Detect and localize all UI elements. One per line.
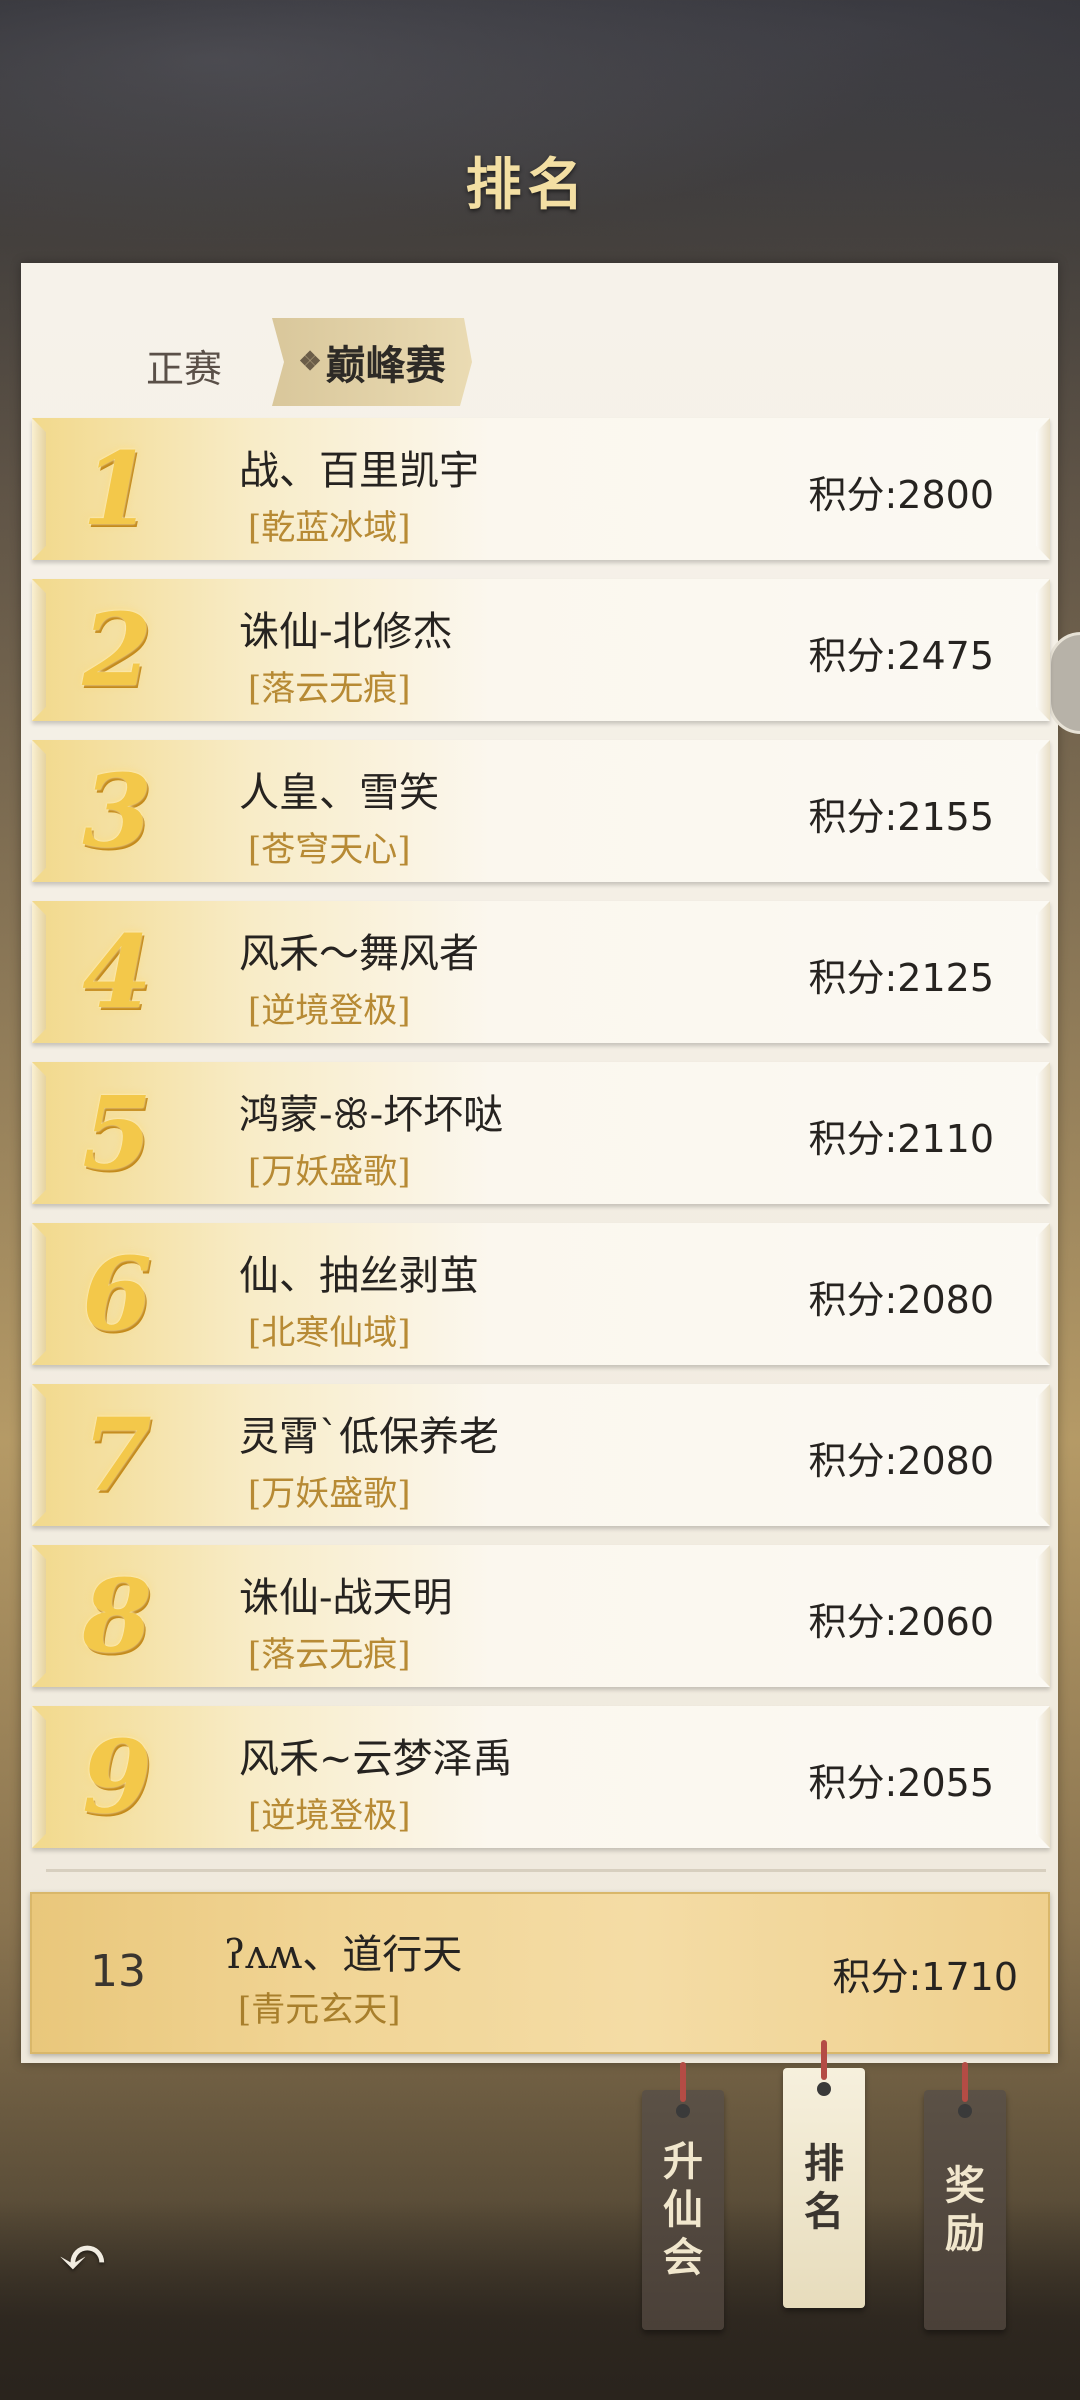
ranking-row[interactable]: 9 风禾~云梦泽禹 [逆境登极] 积分:2055 <box>32 1706 1050 1848</box>
rope-decoration <box>821 2040 827 2080</box>
rank-number: 6 <box>82 1235 152 1353</box>
rank-number: 8 <box>82 1557 152 1675</box>
player-realm: [北寒仙域] <box>248 1313 411 1353</box>
diamond-icon: ❖ <box>298 347 322 377</box>
side-handle-icon[interactable] <box>1048 632 1080 734</box>
player-realm: [落云无痕] <box>248 1635 411 1675</box>
player-name: 战、百里凯宇 <box>239 448 479 494</box>
tag-hole <box>817 2082 831 2096</box>
rank-number: 1 <box>82 430 152 548</box>
player-name: 诛仙-北修杰 <box>239 609 453 655</box>
ranking-row[interactable]: 3 人皇、雪笑 [苍穹天心] 积分:2155 <box>32 740 1050 882</box>
rank-number: 4 <box>82 913 152 1031</box>
player-name: 人皇、雪笑 <box>239 770 439 816</box>
tab-main-match[interactable]: 正赛 <box>146 338 222 393</box>
tab-peak-match-label: 巅峰赛 <box>325 342 446 389</box>
player-realm: [乾蓝冰域] <box>248 508 411 548</box>
ranking-row[interactable]: 4 风禾～舞风者 [逆境登极] 积分:2125 <box>32 901 1050 1043</box>
ground-background <box>0 2200 1080 2400</box>
my-score: 积分:1710 <box>832 1955 1018 1999</box>
nav-char: 奖 <box>945 2162 985 2209</box>
rank-number: 5 <box>82 1074 152 1192</box>
nav-char: 会 <box>663 2234 703 2281</box>
ranking-row[interactable]: 7 灵霄`低保养老 [万妖盛歌] 积分:2080 <box>32 1384 1050 1526</box>
player-realm: [落云无痕] <box>248 669 411 709</box>
player-realm: [万妖盛歌] <box>248 1474 411 1514</box>
my-realm: [青元玄天] <box>238 1990 401 2030</box>
page-title: 排名 <box>465 152 590 218</box>
player-score: 积分:2800 <box>808 473 994 517</box>
player-score: 积分:2110 <box>808 1117 994 1161</box>
nav-tag-rewards[interactable]: 奖 励 <box>924 2062 1006 2330</box>
player-score: 积分:2060 <box>808 1600 994 1644</box>
rope-decoration <box>962 2062 968 2102</box>
player-realm: [苍穹天心] <box>248 830 411 870</box>
ranking-row[interactable]: 5 鸿蒙-ꕥ-坏坏哒 [万妖盛歌] 积分:2110 <box>32 1062 1050 1204</box>
my-rank: 13 <box>90 1946 146 1997</box>
player-score: 积分:2080 <box>808 1439 994 1483</box>
nav-tag-ranking[interactable]: 排 名 <box>783 2040 865 2308</box>
player-score: 积分:2475 <box>808 634 994 678</box>
player-score: 积分:2155 <box>808 795 994 839</box>
ranking-row[interactable]: 6 仙、抽丝剥茧 [北寒仙域] 积分:2080 <box>32 1223 1050 1365</box>
ranking-row[interactable]: 8 诛仙-战天明 [落云无痕] 积分:2060 <box>32 1545 1050 1687</box>
player-name: 鸿蒙-ꕥ-坏坏哒 <box>239 1092 504 1138</box>
divider <box>46 1869 1046 1872</box>
rank-number: 2 <box>82 591 152 709</box>
player-name: 灵霄`低保养老 <box>239 1414 499 1460</box>
nav-char: 励 <box>945 2210 985 2257</box>
tag-hole <box>958 2104 972 2118</box>
my-ranking-row[interactable]: 13 ʔᴧʍ、道行天 [青元玄天] 积分:1710 <box>30 1892 1050 2054</box>
player-name: 诛仙-战天明 <box>239 1575 453 1621</box>
rank-number: 7 <box>82 1396 152 1514</box>
player-name: 仙、抽丝剥茧 <box>239 1253 479 1299</box>
my-name: ʔᴧʍ、道行天 <box>224 1932 463 1978</box>
player-realm: [逆境登极] <box>248 1796 411 1836</box>
back-arrow-icon[interactable]: ↶ <box>58 2228 130 2288</box>
nav-char: 名 <box>804 2188 844 2235</box>
player-score: 积分:2080 <box>808 1278 994 1322</box>
nav-char: 排 <box>804 2140 844 2187</box>
tag-hole <box>676 2104 690 2118</box>
player-realm: [万妖盛歌] <box>248 1152 411 1192</box>
nav-tag-ascension[interactable]: 升 仙 会 <box>642 2062 724 2330</box>
player-score: 积分:2055 <box>808 1761 994 1805</box>
player-score: 积分:2125 <box>808 956 994 1000</box>
rank-number: 3 <box>82 752 152 870</box>
player-realm: [逆境登极] <box>248 991 411 1031</box>
ranking-row[interactable]: 2 诛仙-北修杰 [落云无痕] 积分:2475 <box>32 579 1050 721</box>
rope-decoration <box>680 2062 686 2102</box>
player-name: 风禾～舞风者 <box>239 931 479 977</box>
nav-char: 升 <box>663 2138 703 2185</box>
ranking-row[interactable]: 1 战、百里凯宇 [乾蓝冰域] 积分:2800 <box>32 418 1050 560</box>
rank-number: 9 <box>82 1718 152 1836</box>
tab-peak-match[interactable]: ❖ 巅峰赛 <box>272 318 472 406</box>
nav-char: 仙 <box>663 2186 703 2233</box>
player-name: 风禾~云梦泽禹 <box>239 1736 513 1782</box>
